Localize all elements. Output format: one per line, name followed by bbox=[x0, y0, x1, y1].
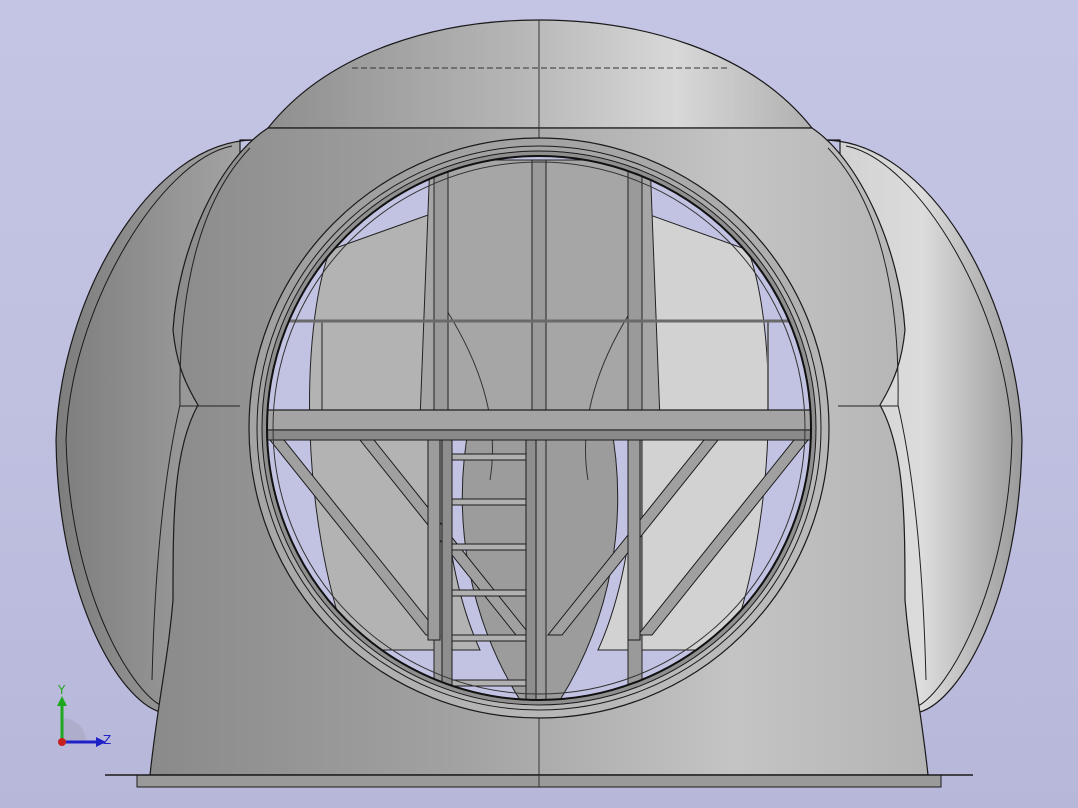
base-plate bbox=[105, 774, 973, 788]
triad-origin bbox=[58, 738, 66, 746]
orientation-triad: Y Z bbox=[57, 683, 111, 747]
y-axis-arrowhead bbox=[57, 696, 67, 706]
triad-quarter-arc bbox=[62, 718, 86, 742]
top-dome bbox=[266, 19, 814, 129]
model-view[interactable] bbox=[0, 0, 1078, 808]
y-axis-label: Y bbox=[57, 683, 66, 697]
graphics-viewport[interactable]: Y Z bbox=[0, 0, 1078, 808]
z-axis-label: Z bbox=[103, 733, 111, 747]
